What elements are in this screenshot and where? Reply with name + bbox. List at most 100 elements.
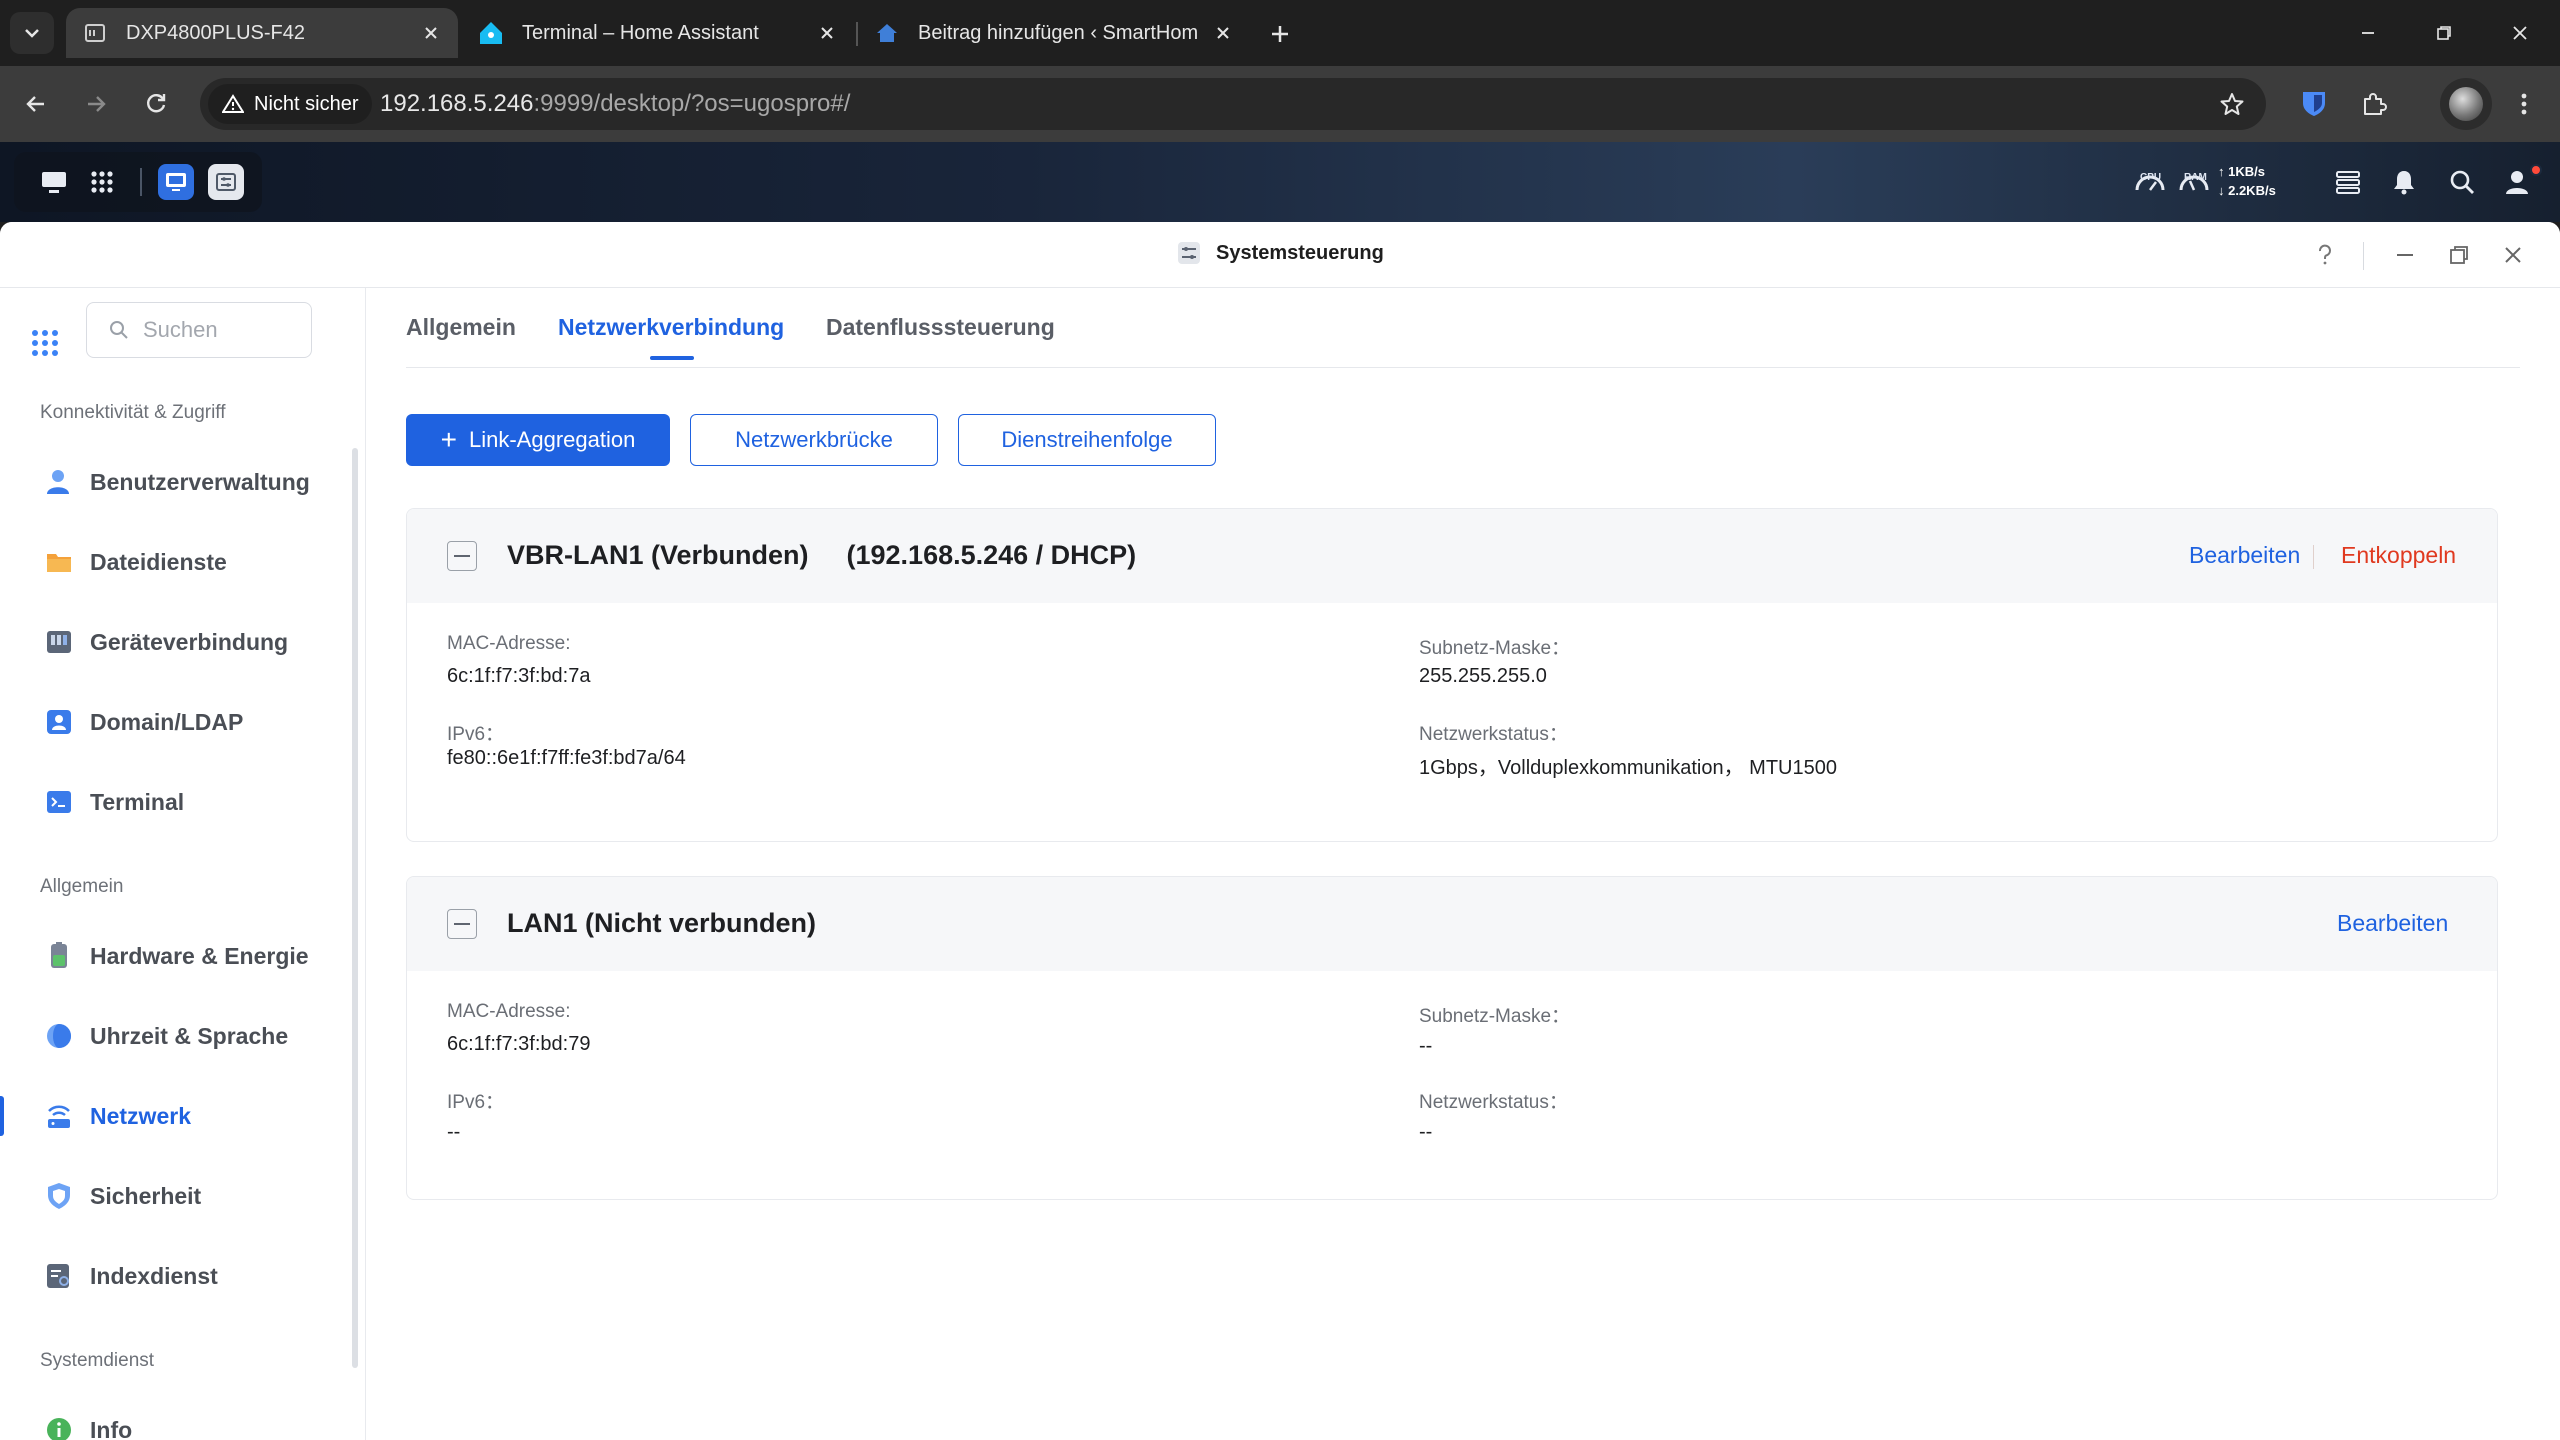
help-button[interactable] [2310, 240, 2340, 270]
edit-link[interactable]: Bearbeiten [2337, 910, 2448, 937]
extensions-button[interactable] [2354, 84, 2394, 124]
close-icon [2513, 26, 2527, 40]
domain-icon [44, 707, 74, 737]
sidebar-item-info[interactable]: Info [0, 1398, 350, 1440]
hardware-icon [44, 941, 74, 971]
link-aggregation-label: Link-Aggregation [469, 427, 636, 452]
edit-link[interactable]: Bearbeiten [2189, 542, 2300, 569]
sidebar-item-benutzerverwaltung[interactable]: Benutzerverwaltung [0, 450, 350, 514]
sidebar-item-geraeteverbindung[interactable]: Geräteverbindung [0, 610, 350, 674]
globe-icon [44, 1021, 74, 1051]
network-icon [44, 1101, 74, 1131]
browser-tab-smarthome[interactable]: Beitrag hinzufügen ‹ SmartHom [858, 8, 1250, 58]
close-window-button[interactable] [2498, 240, 2528, 270]
close-browser-button[interactable] [2482, 0, 2558, 66]
desktop-launcher-group [14, 152, 262, 212]
content-tabs: Allgemein Netzwerkverbindung Datenflusss… [406, 288, 2520, 368]
control-panel-app-button[interactable] [208, 164, 244, 200]
minus-icon [454, 923, 470, 925]
sidebar-item-uhrzeit-sprache[interactable]: Uhrzeit & Sprache [0, 1004, 350, 1068]
sidebar-search[interactable] [86, 302, 312, 358]
folder-icon [44, 547, 74, 577]
collapse-toggle[interactable] [447, 541, 477, 571]
sidebar-scrollbar[interactable] [352, 448, 358, 1368]
sidebar-item-domain-ldap[interactable]: Domain/LDAP [0, 690, 350, 754]
desktop-search-button[interactable] [2444, 160, 2480, 204]
sidebar-item-indexdienst[interactable]: Indexdienst [0, 1244, 350, 1308]
disconnect-link[interactable]: Entkoppeln [2341, 542, 2456, 569]
url-text[interactable]: 192.168.5.246:9999/desktop/?os=ugospro#/ [380, 90, 850, 118]
task-manager-button[interactable] [2330, 160, 2366, 204]
bitwarden-extension-button[interactable] [2294, 84, 2334, 124]
close-tab-icon[interactable] [418, 20, 444, 46]
card-title: VBR-LAN1 (Verbunden) (192.168.5.246 / DHC… [507, 540, 1136, 571]
sidebar-item-label: Info [90, 1416, 133, 1440]
browser-tab-home-assistant[interactable]: Terminal – Home Assistant [462, 8, 854, 58]
minimize-browser-button[interactable] [2330, 0, 2406, 66]
tab-search-button[interactable] [10, 12, 54, 54]
index-icon [44, 1261, 74, 1291]
group-label-general: Allgemein [40, 876, 124, 897]
security-chip[interactable]: Nicht sicher [208, 84, 373, 124]
tab-netzwerkverbindung[interactable]: Netzwerkverbindung [558, 314, 784, 341]
sidebar-search-input[interactable] [143, 317, 293, 343]
app-center-button[interactable] [84, 164, 120, 200]
minimize-icon [2397, 254, 2413, 256]
back-button[interactable] [16, 84, 56, 124]
bookmark-button[interactable] [2214, 86, 2250, 122]
close-tab-icon[interactable] [814, 20, 840, 46]
sidebar-item-sicherheit[interactable]: Sicherheit [0, 1164, 350, 1228]
minimize-window-button[interactable] [2390, 240, 2420, 270]
browser-menu-button[interactable] [2504, 84, 2544, 124]
window-titlebar: Systemsteuerung [0, 222, 2560, 288]
browser-tab-nas[interactable]: DXP4800PLUS-F42 [66, 8, 458, 58]
sidebar-item-terminal[interactable]: Terminal [0, 770, 350, 834]
sidebar-item-hardware-energie[interactable]: Hardware & Energie [0, 924, 350, 988]
notifications-button[interactable] [2386, 160, 2422, 204]
action-separator [2313, 545, 2314, 569]
sidebar-item-dateidienste[interactable]: Dateidienste [0, 530, 350, 594]
apps-grid-icon [91, 171, 113, 193]
sidebar-item-label: Netzwerk [90, 1102, 191, 1129]
vm-app-button[interactable] [158, 164, 194, 200]
maximize-window-button[interactable] [2444, 240, 2474, 270]
close-tab-icon[interactable] [1210, 20, 1236, 46]
search-icon [2450, 170, 2474, 194]
nas-desktop-bar: CPU RAM ↑ 1KB/s ↓ 2.2KB/s [0, 142, 2560, 222]
nas-favicon-icon [82, 20, 108, 46]
sidebar-item-label: Benutzerverwaltung [90, 468, 310, 495]
network-speed[interactable]: ↑ 1KB/s ↓ 2.2KB/s [2218, 162, 2276, 200]
status-value: 1Gbps，Vollduplexkommunikation， MTU1500 [1419, 757, 1837, 779]
network-bridge-button[interactable]: Netzwerkbrücke [690, 414, 938, 466]
show-desktop-button[interactable] [36, 164, 72, 200]
upload-speed: ↑ 1KB/s [2218, 164, 2265, 179]
mac-value: 6c:1f:f7:3f:bd:79 [447, 1033, 591, 1055]
all-settings-button[interactable] [30, 328, 60, 358]
new-tab-button[interactable] [1262, 16, 1298, 52]
group-label-connectivity: Konnektivität & Zugriff [40, 402, 226, 423]
network-card-lan1: LAN1 (Nicht verbunden) Bearbeiten MAC-Ad… [406, 876, 2498, 1200]
user-notification-dot [2530, 164, 2542, 176]
sidebar-item-label: Indexdienst [90, 1262, 218, 1289]
collapse-toggle[interactable] [447, 909, 477, 939]
card-header: VBR-LAN1 (Verbunden) (192.168.5.246 / DHC… [407, 509, 2497, 603]
download-speed: ↓ 2.2KB/s [2218, 183, 2276, 198]
address-bar[interactable]: Nicht sicher 192.168.5.246:9999/desktop/… [200, 78, 2266, 130]
card-title: LAN1 (Nicht verbunden) [507, 908, 816, 939]
reload-button[interactable] [136, 84, 176, 124]
plus-icon [1272, 26, 1288, 42]
close-icon [2505, 247, 2521, 263]
forward-button[interactable] [76, 84, 116, 124]
search-icon [110, 321, 128, 339]
tab-datenflusssteuerung[interactable]: Datenflusssteuerung [826, 314, 1055, 341]
monitor-icon [42, 172, 66, 193]
tab-allgemein[interactable]: Allgemein [406, 314, 516, 341]
window-title-group: Systemsteuerung [1176, 240, 1384, 266]
service-order-button[interactable]: Dienstreihenfolge [958, 414, 1216, 466]
settings-sidebar: Konnektivität & Zugriff Benutzerverwaltu… [0, 288, 366, 1440]
sidebar-item-netzwerk[interactable]: Netzwerk [0, 1084, 350, 1148]
ram-label: RAM [2184, 172, 2207, 183]
link-aggregation-button[interactable]: + Link-Aggregation [406, 414, 670, 466]
profile-button[interactable] [2440, 78, 2492, 130]
restore-browser-button[interactable] [2406, 0, 2482, 66]
